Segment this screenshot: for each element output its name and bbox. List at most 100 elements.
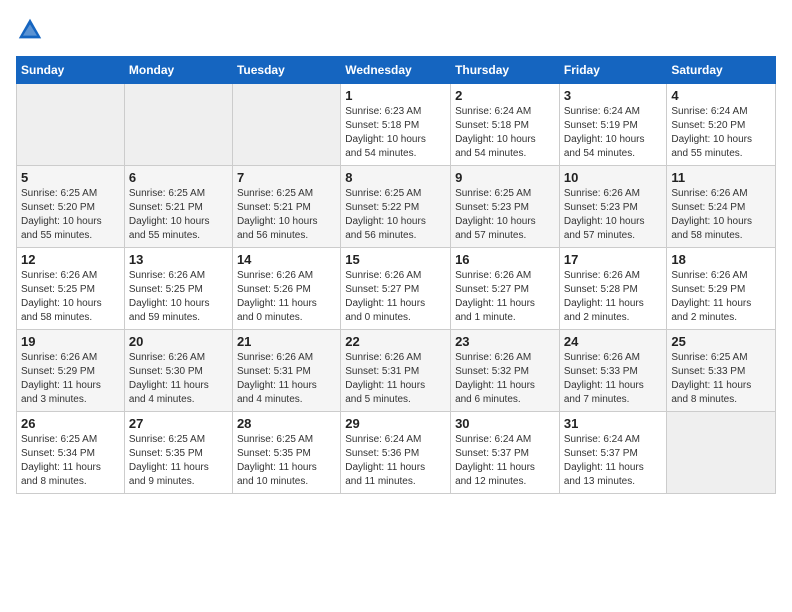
calendar-cell: 12 Sunrise: 6:26 AMSunset: 5:25 PMDayligh… xyxy=(17,248,125,330)
day-info: Sunrise: 6:23 AMSunset: 5:18 PMDaylight:… xyxy=(345,105,446,161)
calendar-cell xyxy=(232,84,340,166)
day-info: Sunrise: 6:26 AMSunset: 5:28 PMDaylight:… xyxy=(564,269,663,325)
calendar-cell: 28 Sunrise: 6:25 AMSunset: 5:35 PMDayligh… xyxy=(232,412,340,494)
day-info: Sunrise: 6:24 AMSunset: 5:37 PMDaylight:… xyxy=(455,433,555,489)
day-number: 11 xyxy=(671,170,771,185)
day-number: 24 xyxy=(564,334,663,349)
calendar-cell: 15 Sunrise: 6:26 AMSunset: 5:27 PMDayligh… xyxy=(341,248,451,330)
day-number: 31 xyxy=(564,416,663,431)
header xyxy=(16,16,776,44)
logo xyxy=(16,16,48,44)
day-info: Sunrise: 6:26 AMSunset: 5:26 PMDaylight:… xyxy=(237,269,336,325)
day-info: Sunrise: 6:24 AMSunset: 5:19 PMDaylight:… xyxy=(564,105,663,161)
day-number: 14 xyxy=(237,252,336,267)
day-info: Sunrise: 6:26 AMSunset: 5:25 PMDaylight:… xyxy=(21,269,120,325)
calendar-header: SundayMondayTuesdayWednesdayThursdayFrid… xyxy=(17,57,776,84)
calendar-cell: 13Sunrise: 6:26 AMSunset: 5:25 PMDayligh… xyxy=(124,248,232,330)
day-number: 27 xyxy=(129,416,228,431)
calendar-cell: 26 Sunrise: 6:25 AMSunset: 5:34 PMDayligh… xyxy=(17,412,125,494)
calendar-cell: 2 Sunrise: 6:24 AMSunset: 5:18 PMDaylight… xyxy=(451,84,560,166)
day-info: Sunrise: 6:25 AMSunset: 5:20 PMDaylight:… xyxy=(21,187,120,243)
day-info: Sunrise: 6:26 AMSunset: 5:29 PMDaylight:… xyxy=(21,351,120,407)
day-number: 17 xyxy=(564,252,663,267)
day-number: 9 xyxy=(455,170,555,185)
day-number: 21 xyxy=(237,334,336,349)
calendar-cell: 8 Sunrise: 6:25 AMSunset: 5:22 PMDaylight… xyxy=(341,166,451,248)
day-info: Sunrise: 6:24 AMSunset: 5:36 PMDaylight:… xyxy=(345,433,446,489)
weekday-header: Saturday xyxy=(667,57,776,84)
day-number: 30 xyxy=(455,416,555,431)
weekday-header: Friday xyxy=(559,57,667,84)
day-number: 15 xyxy=(345,252,446,267)
day-info: Sunrise: 6:26 AMSunset: 5:27 PMDaylight:… xyxy=(345,269,446,325)
day-info: Sunrise: 6:26 AMSunset: 5:25 PMDaylight:… xyxy=(129,269,228,325)
calendar-cell: 7 Sunrise: 6:25 AMSunset: 5:21 PMDaylight… xyxy=(232,166,340,248)
calendar-cell: 14 Sunrise: 6:26 AMSunset: 5:26 PMDayligh… xyxy=(232,248,340,330)
day-info: Sunrise: 6:25 AMSunset: 5:34 PMDaylight:… xyxy=(21,433,120,489)
day-number: 5 xyxy=(21,170,120,185)
calendar-cell: 29 Sunrise: 6:24 AMSunset: 5:36 PMDayligh… xyxy=(341,412,451,494)
day-info: Sunrise: 6:26 AMSunset: 5:30 PMDaylight:… xyxy=(129,351,228,407)
day-number: 3 xyxy=(564,88,663,103)
calendar-cell: 23 Sunrise: 6:26 AMSunset: 5:32 PMDayligh… xyxy=(451,330,560,412)
day-number: 19 xyxy=(21,334,120,349)
calendar-cell: 4 Sunrise: 6:24 AMSunset: 5:20 PMDaylight… xyxy=(667,84,776,166)
calendar-table: SundayMondayTuesdayWednesdayThursdayFrid… xyxy=(16,56,776,494)
calendar-cell: 3 Sunrise: 6:24 AMSunset: 5:19 PMDaylight… xyxy=(559,84,667,166)
day-number: 12 xyxy=(21,252,120,267)
calendar-cell: 24 Sunrise: 6:26 AMSunset: 5:33 PMDayligh… xyxy=(559,330,667,412)
calendar-cell: 11 Sunrise: 6:26 AMSunset: 5:24 PMDayligh… xyxy=(667,166,776,248)
weekday-header: Sunday xyxy=(17,57,125,84)
calendar-cell: 21Sunrise: 6:26 AMSunset: 5:31 PMDayligh… xyxy=(232,330,340,412)
calendar-cell xyxy=(17,84,125,166)
day-info: Sunrise: 6:25 AMSunset: 5:21 PMDaylight:… xyxy=(237,187,336,243)
weekday-header: Wednesday xyxy=(341,57,451,84)
day-info: Sunrise: 6:25 AMSunset: 5:23 PMDaylight:… xyxy=(455,187,555,243)
calendar-cell: 22 Sunrise: 6:26 AMSunset: 5:31 PMDayligh… xyxy=(341,330,451,412)
day-info: Sunrise: 6:25 AMSunset: 5:35 PMDaylight:… xyxy=(129,433,228,489)
day-info: Sunrise: 6:26 AMSunset: 5:32 PMDaylight:… xyxy=(455,351,555,407)
calendar-cell: 25Sunrise: 6:25 AMSunset: 5:33 PMDayligh… xyxy=(667,330,776,412)
day-number: 6 xyxy=(129,170,228,185)
weekday-header: Monday xyxy=(124,57,232,84)
weekday-header: Tuesday xyxy=(232,57,340,84)
day-info: Sunrise: 6:25 AMSunset: 5:21 PMDaylight:… xyxy=(129,187,228,243)
day-info: Sunrise: 6:26 AMSunset: 5:27 PMDaylight:… xyxy=(455,269,555,325)
calendar-cell xyxy=(667,412,776,494)
calendar-cell: 31 Sunrise: 6:24 AMSunset: 5:37 PMDayligh… xyxy=(559,412,667,494)
weekday-header: Thursday xyxy=(451,57,560,84)
day-number: 23 xyxy=(455,334,555,349)
calendar-cell: 6 Sunrise: 6:25 AMSunset: 5:21 PMDaylight… xyxy=(124,166,232,248)
day-info: Sunrise: 6:26 AMSunset: 5:23 PMDaylight:… xyxy=(564,187,663,243)
calendar-cell: 27 Sunrise: 6:25 AMSunset: 5:35 PMDayligh… xyxy=(124,412,232,494)
day-info: Sunrise: 6:24 AMSunset: 5:37 PMDaylight:… xyxy=(564,433,663,489)
day-info: Sunrise: 6:26 AMSunset: 5:31 PMDaylight:… xyxy=(345,351,446,407)
day-number: 4 xyxy=(671,88,771,103)
day-number: 25 xyxy=(671,334,771,349)
day-number: 18 xyxy=(671,252,771,267)
day-number: 2 xyxy=(455,88,555,103)
day-number: 29 xyxy=(345,416,446,431)
day-number: 16 xyxy=(455,252,555,267)
day-number: 26 xyxy=(21,416,120,431)
calendar-cell xyxy=(124,84,232,166)
calendar-cell: 17 Sunrise: 6:26 AMSunset: 5:28 PMDayligh… xyxy=(559,248,667,330)
day-info: Sunrise: 6:26 AMSunset: 5:33 PMDaylight:… xyxy=(564,351,663,407)
day-number: 10 xyxy=(564,170,663,185)
calendar-cell: 1 Sunrise: 6:23 AMSunset: 5:18 PMDaylight… xyxy=(341,84,451,166)
calendar-cell: 20 Sunrise: 6:26 AMSunset: 5:30 PMDayligh… xyxy=(124,330,232,412)
day-info: Sunrise: 6:26 AMSunset: 5:24 PMDaylight:… xyxy=(671,187,771,243)
calendar-cell: 30 Sunrise: 6:24 AMSunset: 5:37 PMDayligh… xyxy=(451,412,560,494)
day-info: Sunrise: 6:26 AMSunset: 5:29 PMDaylight:… xyxy=(671,269,771,325)
day-number: 28 xyxy=(237,416,336,431)
day-info: Sunrise: 6:24 AMSunset: 5:18 PMDaylight:… xyxy=(455,105,555,161)
day-info: Sunrise: 6:25 AMSunset: 5:22 PMDaylight:… xyxy=(345,187,446,243)
day-info: Sunrise: 6:25 AMSunset: 5:35 PMDaylight:… xyxy=(237,433,336,489)
day-info: Sunrise: 6:24 AMSunset: 5:20 PMDaylight:… xyxy=(671,105,771,161)
day-number: 7 xyxy=(237,170,336,185)
day-number: 1 xyxy=(345,88,446,103)
day-number: 22 xyxy=(345,334,446,349)
calendar-cell: 16 Sunrise: 6:26 AMSunset: 5:27 PMDayligh… xyxy=(451,248,560,330)
day-number: 20 xyxy=(129,334,228,349)
day-number: 8 xyxy=(345,170,446,185)
